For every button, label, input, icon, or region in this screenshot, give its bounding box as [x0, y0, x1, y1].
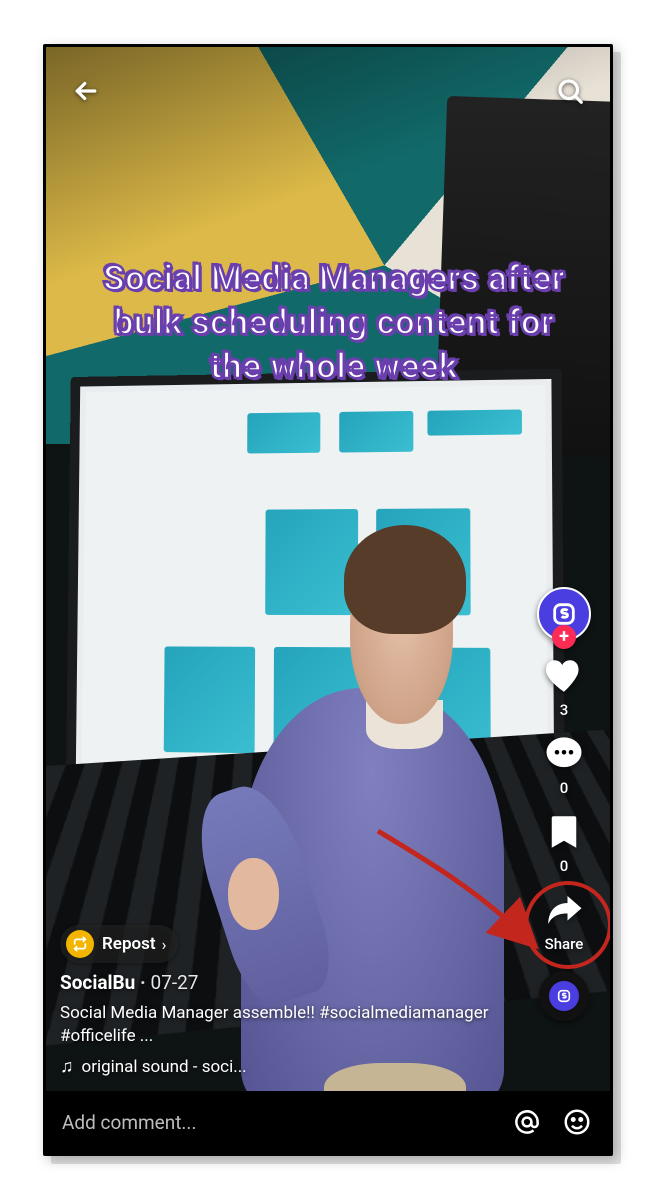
- sound-text: original sound - soci...: [82, 1057, 247, 1077]
- bookmark-button[interactable]: 0: [543, 811, 585, 875]
- comment-bar: Add comment...: [46, 1091, 610, 1153]
- comment-button[interactable]: 0: [543, 733, 585, 797]
- share-arrow-icon: [543, 889, 585, 931]
- post-date: 07-27: [151, 971, 199, 994]
- search-icon: [555, 76, 585, 106]
- username-line[interactable]: SocialBu · 07-27: [60, 971, 500, 994]
- mention-button[interactable]: [510, 1105, 544, 1139]
- top-bar: [46, 65, 610, 117]
- share-button[interactable]: Share: [543, 889, 585, 953]
- mention-icon: [512, 1107, 542, 1137]
- video-caption-overlay: Social Media Managers after bulk schedul…: [86, 257, 582, 388]
- back-button[interactable]: [64, 69, 108, 113]
- like-count: 3: [560, 701, 569, 719]
- chevron-right-icon: ›: [162, 935, 167, 954]
- phone-screen: Social Media Managers after bulk schedul…: [43, 44, 613, 1156]
- video-caption[interactable]: Social Media Manager assemble!! #socialm…: [60, 1002, 500, 1048]
- sound-disc-button[interactable]: [539, 971, 589, 1021]
- comment-input[interactable]: Add comment...: [62, 1111, 494, 1134]
- back-arrow-icon: [71, 76, 101, 106]
- comment-icon: [543, 733, 585, 775]
- heart-icon: [543, 655, 585, 697]
- action-rail: + 3 0 0 Share: [528, 587, 600, 1021]
- username: SocialBu: [60, 971, 135, 994]
- emoji-button[interactable]: [560, 1105, 594, 1139]
- brand-s-icon: [550, 600, 578, 628]
- repost-icon: [66, 930, 94, 958]
- follow-button[interactable]: +: [552, 625, 576, 649]
- sound-attribution[interactable]: ♫ original sound - soci...: [60, 1056, 500, 1077]
- plus-icon: +: [559, 628, 569, 646]
- bookmark-icon: [543, 811, 585, 853]
- video-feed[interactable]: Social Media Managers after bulk schedul…: [46, 47, 610, 1091]
- comment-count: 0: [560, 779, 569, 797]
- music-note-icon: ♫: [60, 1056, 74, 1077]
- repost-button[interactable]: Repost ›: [60, 925, 178, 963]
- sound-disc: [539, 971, 589, 1021]
- share-label: Share: [545, 935, 584, 953]
- bookmark-count: 0: [560, 857, 569, 875]
- emoji-icon: [562, 1107, 592, 1137]
- video-meta: Repost › SocialBu · 07-27 Social Media M…: [60, 925, 500, 1077]
- like-button[interactable]: 3: [543, 655, 585, 719]
- profile-avatar-button[interactable]: +: [537, 587, 591, 641]
- repost-label: Repost: [102, 934, 156, 954]
- brand-s-icon-small: [556, 988, 572, 1004]
- search-button[interactable]: [548, 69, 592, 113]
